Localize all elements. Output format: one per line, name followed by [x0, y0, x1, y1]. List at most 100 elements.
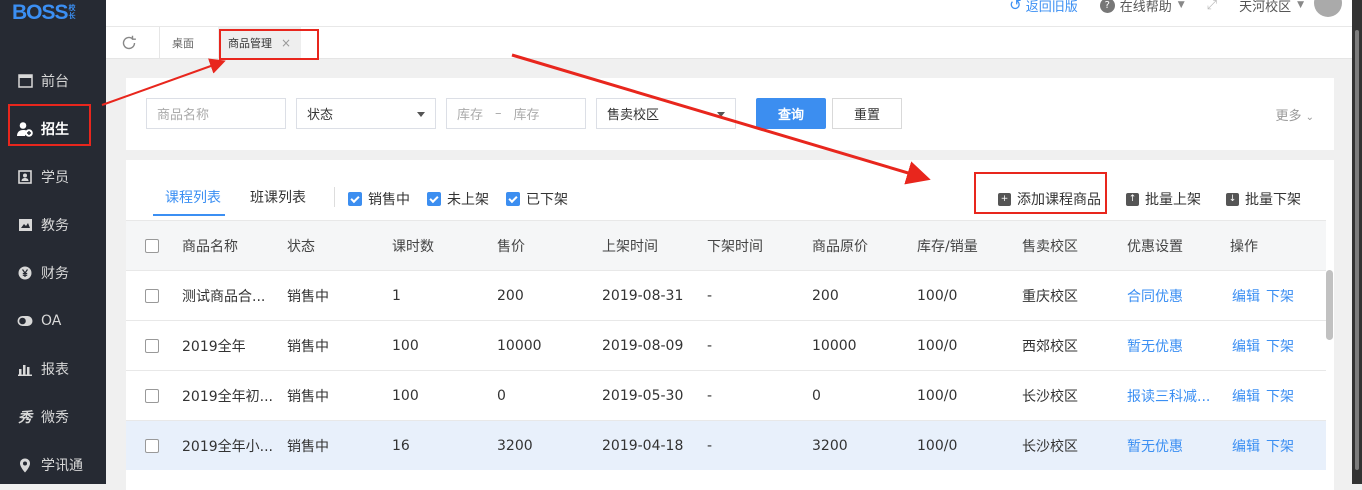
column-header: 下架时间 — [707, 239, 763, 255]
checkbox-icon — [145, 439, 159, 453]
reset-button[interactable]: 重置 — [832, 98, 902, 129]
table-scrollbar[interactable] — [1326, 270, 1333, 340]
list-toolbar: 课程列表 班课列表 销售中 未上架 已下架 + 添加课程商品 ↑ 批量上架 ↓ 批量下… — [126, 160, 1334, 220]
list-panel: 课程列表 班课列表 销售中 未上架 已下架 + 添加课程商品 ↑ 批量上架 ↓ 批量下… — [126, 160, 1334, 490]
sidebar-item-label: 财务 — [41, 266, 69, 282]
sidebar-item-label: OA — [41, 313, 62, 329]
back-old-version-link[interactable]: ↺ 返回旧版 — [1009, 0, 1078, 15]
column-header: 上架时间 — [602, 239, 658, 255]
delist-date-cell: - — [707, 388, 713, 404]
table-header: 商品名称 状态 课时数 售价 上架时间 下架时间 商品原价 库存/销量 售卖校区… — [126, 220, 1326, 270]
product-name-input[interactable]: 商品名称 — [146, 98, 286, 129]
delist-link[interactable]: 下架 — [1266, 421, 1294, 471]
original-price-cell: 200 — [812, 288, 839, 304]
sidebar-item-weixiu[interactable]: 秀 微秀 — [0, 395, 106, 439]
weixiu-icon: 秀 — [18, 410, 32, 426]
batch-delist-button[interactable]: ↓ 批量下架 — [1226, 189, 1301, 209]
sidebar-item-xuexuntong[interactable]: 学讯通 — [0, 443, 106, 487]
price-cell: 10000 — [497, 338, 542, 354]
sidebar-item-oa[interactable]: OA — [0, 299, 106, 343]
campus-select[interactable]: 售卖校区 — [596, 98, 736, 129]
edit-link[interactable]: 编辑 — [1232, 371, 1260, 421]
delist-link[interactable]: 下架 — [1266, 271, 1294, 321]
window-scrollbar[interactable] — [1352, 0, 1362, 484]
batch-list-button[interactable]: ↑ 批量上架 — [1126, 189, 1201, 209]
sidebar-item-label: 教务 — [41, 218, 69, 234]
original-price-cell: 3200 — [812, 438, 848, 454]
hours-cell: 1 — [392, 288, 401, 304]
checkbox-icon — [145, 339, 159, 353]
product-name-cell: 2019全年小... — [182, 439, 273, 455]
divider — [334, 187, 335, 207]
sidebar-item-reports[interactable]: 报表 — [0, 347, 106, 391]
sidebar-item-students[interactable]: 学员 — [0, 155, 106, 199]
checkbox-label: 已下架 — [526, 192, 568, 208]
hours-cell: 100 — [392, 338, 419, 354]
sidebar-item-frontdesk[interactable]: 前台 — [0, 59, 106, 103]
price-cell: 3200 — [497, 438, 533, 454]
download-icon: ↓ — [1226, 192, 1239, 206]
campus-switcher[interactable]: 天河校区 ▼ — [1239, 0, 1304, 15]
sidebar: BOSS校长 前台 招生 学员 教务 财务 OA 报表 秀 微秀 学讯通 — [0, 0, 106, 484]
delist-link[interactable]: 下架 — [1266, 371, 1294, 421]
tab-desktop[interactable]: 桌面 — [172, 27, 194, 59]
edit-link[interactable]: 编辑 — [1232, 321, 1260, 371]
campus-cell: 重庆校区 — [1022, 289, 1078, 305]
stock-cell: 100/0 — [917, 388, 958, 404]
row-checkbox[interactable] — [145, 371, 159, 421]
status-cell: 销售中 — [287, 439, 329, 455]
more-filters-toggle[interactable]: 更多 ⌄ — [1275, 105, 1314, 124]
query-button[interactable]: 查询 — [756, 98, 826, 129]
row-checkbox[interactable] — [145, 421, 159, 471]
campus-cell: 长沙校区 — [1022, 439, 1078, 455]
table-row: 2019全年小... 销售中 16 3200 2019-04-18 - 3200… — [126, 420, 1326, 470]
sidebar-item-label: 微秀 — [41, 410, 69, 426]
top-bar: ↺ 返回旧版 ? 在线帮助 ▼ ⤢ 天河校区 ▼ — [106, 0, 1362, 27]
discount-link[interactable]: 暂无优惠 — [1127, 421, 1183, 471]
discount-link[interactable]: 合同优惠 — [1127, 271, 1183, 321]
select-all-checkbox[interactable] — [145, 221, 159, 271]
filter-not-listed-checkbox[interactable]: 未上架 — [427, 189, 489, 209]
stock-from[interactable]: 库存 — [457, 104, 483, 123]
annotation-box-tab — [219, 29, 319, 60]
sidebar-item-finance[interactable]: 财务 — [0, 251, 106, 295]
discount-link[interactable]: 暂无优惠 — [1127, 321, 1183, 371]
sidebar-item-label: 学讯通 — [41, 458, 83, 474]
checkbox-checked-icon — [506, 192, 520, 206]
edit-link[interactable]: 编辑 — [1232, 421, 1260, 471]
refresh-button[interactable] — [120, 34, 140, 54]
column-header: 库存/销量 — [917, 239, 978, 255]
tab-class-list[interactable]: 班课列表 — [250, 187, 306, 207]
discount-link[interactable]: 报读三科减... — [1127, 371, 1210, 421]
filter-on-sale-checkbox[interactable]: 销售中 — [348, 189, 410, 209]
help-icon: ? — [1099, 0, 1115, 13]
filter-delisted-checkbox[interactable]: 已下架 — [506, 189, 568, 209]
delist-link[interactable]: 下架 — [1266, 321, 1294, 371]
upload-icon: ↑ — [1126, 192, 1139, 206]
row-checkbox[interactable] — [145, 321, 159, 371]
chevron-down-icon: ⌄ — [1305, 112, 1314, 123]
table-row: 2019全年 销售中 100 10000 2019-08-09 - 10000 … — [126, 320, 1326, 370]
checkbox-icon — [145, 289, 159, 303]
tab-course-list[interactable]: 课程列表 — [165, 187, 221, 207]
online-help-menu[interactable]: ? 在线帮助 ▼ — [1099, 0, 1185, 15]
stock-to[interactable]: 库存 — [514, 104, 540, 123]
column-header: 课时数 — [392, 239, 434, 255]
table-row: 测试商品合... 销售中 1 200 2019-08-31 - 200 100/… — [126, 270, 1326, 320]
column-header: 商品原价 — [812, 239, 868, 255]
sidebar-item-academic[interactable]: 教务 — [0, 203, 106, 247]
placeholder: 商品名称 — [157, 108, 210, 123]
row-checkbox[interactable] — [145, 271, 159, 321]
edit-link[interactable]: 编辑 — [1232, 271, 1260, 321]
status-select[interactable]: 状态 — [296, 98, 436, 129]
campus-cell: 西郊校区 — [1022, 339, 1078, 355]
more-label: 更多 — [1275, 109, 1302, 124]
price-cell: 0 — [497, 388, 506, 404]
book-icon — [17, 217, 33, 233]
list-date-cell: 2019-04-18 — [602, 438, 684, 454]
range-dash: – — [495, 106, 502, 121]
stock-range-input[interactable]: 库存 – 库存 — [446, 98, 586, 129]
avatar[interactable] — [1314, 0, 1342, 17]
original-price-cell: 0 — [812, 388, 821, 404]
fullscreen-button[interactable]: ⤢ — [1207, 0, 1217, 13]
